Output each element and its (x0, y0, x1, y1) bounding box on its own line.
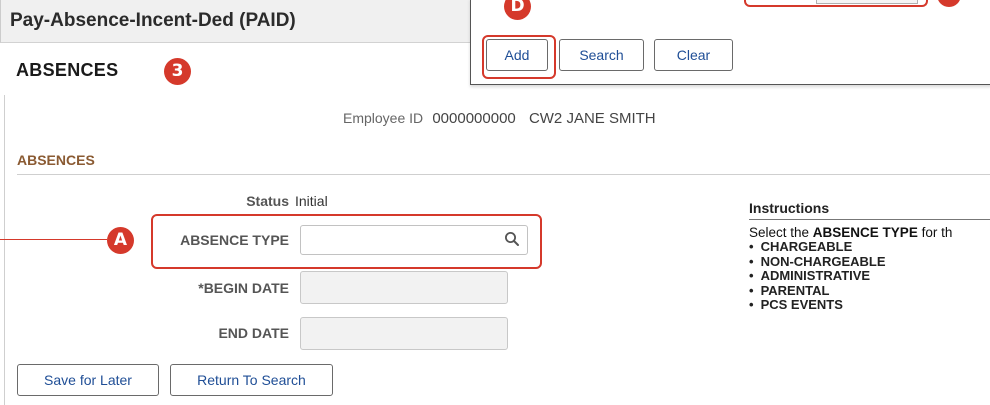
section-divider (17, 174, 990, 175)
save-for-later-button[interactable]: Save for Later (17, 364, 159, 396)
search-icon[interactable] (504, 231, 520, 247)
absence-type-input[interactable] (300, 225, 528, 255)
callout-badge-partial (937, 0, 961, 7)
list-item: ADMINISTRATIVE (749, 268, 886, 284)
instructions-divider (749, 219, 990, 220)
employee-info: Employee ID 0000000000 CW2 JANE SMITH (343, 110, 656, 127)
employee-id-label: Employee ID (343, 110, 424, 126)
left-border (4, 95, 5, 405)
list-item: NON-CHARGEABLE (749, 254, 886, 270)
absence-type-list: CHARGEABLE NON-CHARGEABLE ADMINISTRATIVE… (749, 239, 886, 313)
callout-badge-a: A (107, 227, 134, 254)
end-date-label: END DATE (218, 325, 289, 341)
return-to-search-button[interactable]: Return To Search (170, 364, 333, 396)
section-title: ABSENCES (17, 152, 95, 168)
begin-date-field[interactable] (300, 271, 508, 304)
callout-badge-3: 3 (164, 58, 191, 85)
list-item: CHARGEABLE (749, 239, 886, 255)
page-title: Pay-Absence-Incent-Ded (PAID) (10, 10, 296, 31)
end-date-field[interactable] (300, 317, 508, 350)
list-item: PCS EVENTS (749, 297, 886, 313)
page-heading: ABSENCES (16, 60, 119, 80)
instructions-title: Instructions (749, 200, 830, 216)
popup-field[interactable] (816, 0, 918, 4)
callout-badge-d: D (504, 0, 531, 20)
search-button[interactable]: Search (559, 39, 644, 71)
employee-id-value: 0000000000 (432, 110, 516, 127)
clear-button[interactable]: Clear (654, 39, 733, 71)
absence-type-label: ABSENCE TYPE (180, 232, 289, 248)
employee-name: CW2 JANE SMITH (528, 110, 656, 127)
add-button[interactable]: Add (486, 39, 548, 71)
list-item: PARENTAL (749, 283, 886, 299)
instructions-text-suffix: for th (917, 225, 953, 240)
callout-a-pointer (0, 239, 107, 240)
instructions-text-prefix: Select the (749, 225, 813, 240)
search-popup: D Add Search Clear (470, 0, 990, 85)
instructions-text-bold: ABSENCE TYPE (812, 225, 918, 240)
status-label: Status (246, 193, 289, 209)
begin-date-label: *BEGIN DATE (198, 280, 289, 296)
status-value: Initial (295, 193, 328, 209)
instructions-text: Select the ABSENCE TYPE for th (749, 225, 952, 240)
